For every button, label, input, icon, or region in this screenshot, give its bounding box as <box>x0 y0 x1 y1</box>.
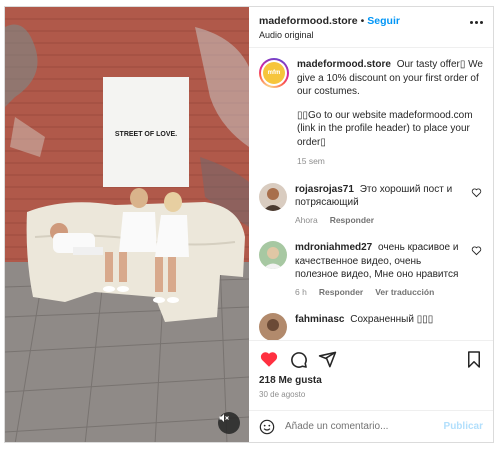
bookmark-icon[interactable] <box>465 350 483 369</box>
heart-icon <box>471 246 482 256</box>
heart-icon[interactable] <box>259 349 279 369</box>
poster-text: STREET OF LOVE. <box>115 131 177 138</box>
comment-text: Сохраненный ▯▯▯ <box>350 314 434 325</box>
caption: mfm madeformood.store Our tasty offer▯ W… <box>259 58 483 169</box>
comment-icon[interactable] <box>289 350 308 369</box>
comment-username[interactable]: rojasrojas71 <box>295 184 354 195</box>
caption-text-2: ▯▯Go to our website madeformood.com (lin… <box>297 109 473 148</box>
comment-like-button[interactable] <box>471 241 483 299</box>
comment-like-button[interactable] <box>471 183 483 228</box>
post-actions: 218 Me gusta 30 de agosto <box>249 340 493 410</box>
post-video[interactable]: STREET OF LOVE. <box>5 7 249 442</box>
author-username[interactable]: madeformood.store <box>259 15 358 27</box>
comment-item: fahminasc Сохраненный ▯▯▯ <box>259 313 483 340</box>
comment-username[interactable]: mdroniahmed27 <box>295 242 372 253</box>
audio-link[interactable]: Audio original <box>259 30 400 40</box>
comment-item: rojasrojas71 Это хороший пост и потрясаю… <box>259 182 483 228</box>
follow-button[interactable]: Seguir <box>367 15 400 27</box>
commenter-avatar[interactable] <box>259 182 287 211</box>
author-avatar[interactable]: mfm <box>259 58 289 88</box>
comment-item: mdroniahmed27 очень красивое и качествен… <box>259 241 483 299</box>
post-header: madeformood.store • Seguir Audio origina… <box>249 7 493 48</box>
post-date[interactable]: 30 de agosto <box>259 390 483 399</box>
reply-button[interactable]: Responder <box>319 286 363 300</box>
post-dialog: STREET OF LOVE. madeformood.store • Segu… <box>4 6 494 443</box>
avatar-logo: mfm <box>263 62 285 84</box>
caption-username[interactable]: madeformood.store <box>297 59 391 70</box>
caption-time[interactable]: 15 sem <box>297 155 325 169</box>
reply-button[interactable]: Responder <box>330 214 374 228</box>
comments-list[interactable]: mfm madeformood.store Our tasty offer▯ W… <box>249 48 493 340</box>
add-comment-bar: Publicar <box>249 410 493 442</box>
post-side-panel: madeformood.store • Seguir Audio origina… <box>249 7 493 442</box>
sound-toggle-button[interactable] <box>218 412 240 434</box>
publish-button[interactable]: Publicar <box>444 421 483 432</box>
emoji-icon[interactable] <box>259 419 275 435</box>
comment-time[interactable]: 6 h <box>295 286 307 300</box>
commenter-avatar[interactable] <box>259 241 287 269</box>
heart-icon <box>471 188 482 197</box>
share-icon[interactable] <box>318 350 337 369</box>
likes-count[interactable]: 218 Me gusta <box>259 375 483 386</box>
comment-username[interactable]: fahminasc <box>295 314 344 325</box>
video-frame-image: STREET OF LOVE. <box>5 7 249 442</box>
comment-input[interactable] <box>285 421 434 432</box>
comment-time[interactable]: Ahora <box>295 214 318 228</box>
sound-off-icon <box>219 414 229 422</box>
commenter-avatar[interactable] <box>259 313 287 340</box>
separator-dot: • <box>360 14 365 27</box>
translate-button[interactable]: Ver traducción <box>375 286 434 300</box>
more-icon[interactable] <box>470 21 483 24</box>
